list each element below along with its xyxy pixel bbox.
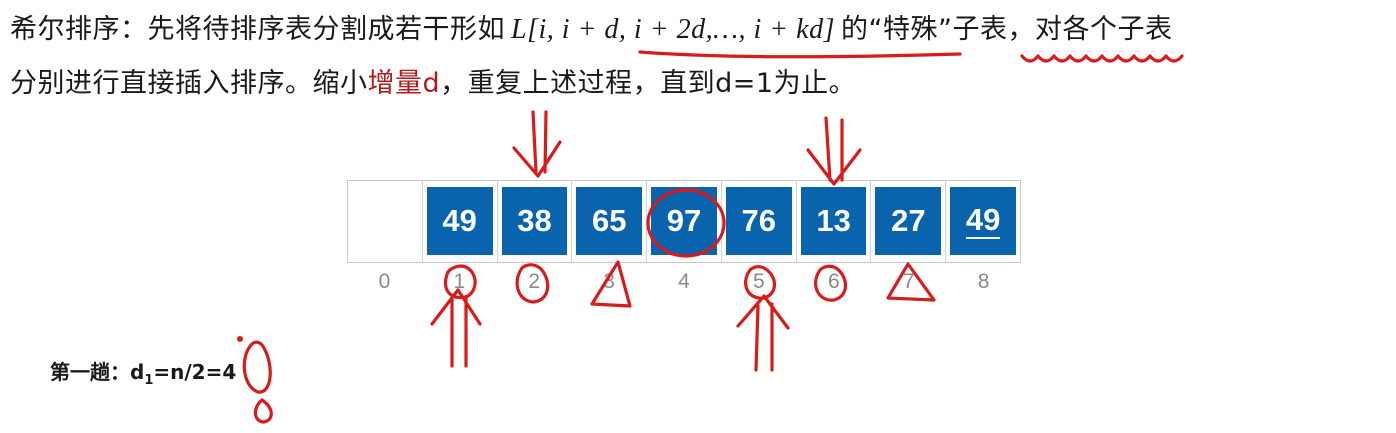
array-value: 13: [800, 187, 867, 255]
array-index: 0: [378, 270, 391, 293]
array-value: 27: [875, 187, 942, 255]
down-arrow-icon: [806, 116, 862, 186]
pass-expression: =n/2=4: [153, 360, 237, 384]
array-cell: 49: [423, 181, 498, 262]
array-value: 49: [426, 187, 493, 255]
array-index: 6: [827, 270, 840, 293]
array-index: 2: [528, 270, 541, 293]
sublist-formula: L[i, i + d, i + 2d,…, i + kd]: [511, 14, 835, 45]
pass-label: 第一趟：d1=n/2=4: [50, 356, 236, 388]
description-text: 分别进行直接插入排序。缩小: [10, 68, 368, 99]
array-value: 49: [965, 201, 1001, 239]
down-arrow-icon: [512, 110, 562, 178]
circle-mark: [242, 340, 272, 394]
array-index: 8: [977, 270, 990, 293]
array-cell: 49: [946, 181, 1020, 262]
array-index: 7: [902, 270, 915, 293]
array-cell: 27: [871, 181, 947, 262]
array-value: 65: [576, 187, 643, 255]
array-index: 3: [603, 270, 615, 293]
drop-mark: [253, 398, 273, 424]
array-index: 4: [678, 270, 690, 293]
description-text: ，重复上述过程，直到d=1为止。: [440, 68, 857, 99]
array-cell: 65: [572, 181, 648, 262]
d-symbol: d: [130, 360, 145, 384]
array-cell: 13: [797, 181, 872, 262]
description-line-1: 希尔排序：先将待排序表分割成若干形如 L[i, i + d, i + 2d,…, …: [10, 12, 1172, 48]
array-cell: 76: [722, 181, 797, 262]
wavy-underline: [1020, 54, 1184, 63]
array-cell: 38: [498, 181, 573, 262]
description-text: 希尔排序：先将待排序表分割成若干形如: [10, 14, 505, 45]
dot-mark: [237, 336, 244, 343]
array-value-underlined: 49: [950, 187, 1017, 255]
index-row: 0 1 2 3 4 5 6 7 8: [347, 270, 1021, 294]
array-value: 76: [725, 187, 792, 255]
array-value: 97: [651, 187, 717, 255]
array-value: 38: [501, 187, 568, 255]
increment-highlight: 增量d: [367, 68, 441, 99]
pass-title: 第一趟：: [50, 360, 130, 384]
description-line-2: 分别进行直接插入排序。缩小增量d，重复上述过程，直到d=1为止。: [10, 66, 856, 102]
array-index: 1: [453, 270, 466, 293]
up-arrow-icon: [430, 288, 482, 368]
up-arrow-icon: [736, 294, 790, 372]
formula-underline: [638, 50, 962, 59]
array-container: 49 38 65 97 76 13 27 49: [347, 180, 1021, 263]
description-text: 的“特殊”子表，对各个子表: [841, 14, 1173, 45]
array-cell: [348, 181, 423, 262]
array-index: 5: [753, 270, 765, 293]
array-cell: 97: [647, 181, 722, 262]
